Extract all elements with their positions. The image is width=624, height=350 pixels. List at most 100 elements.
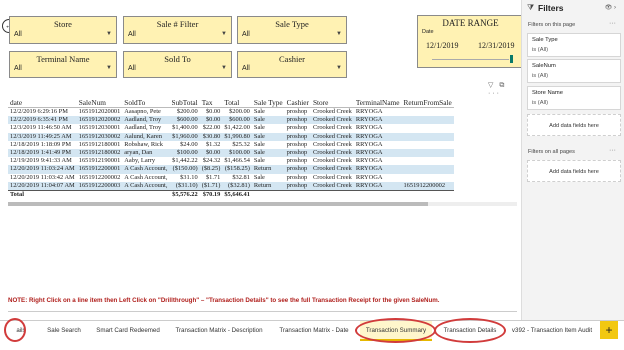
add-page-button[interactable]: + (600, 321, 618, 339)
column-header[interactable]: TerminalName (353, 89, 402, 108)
table-cell: Sale (251, 116, 285, 125)
terminal-name-dropdown[interactable]: All ▼ (14, 63, 112, 74)
table-row[interactable]: 12/18/2019 1:41:49 PM 1651912180002 aryan,… (8, 149, 454, 158)
total-cell: $5,646.41 (222, 190, 252, 200)
add-data-fields-drop-zone[interactable]: Add data fields here (527, 114, 621, 136)
table-cell: ($31.10) (169, 181, 200, 191)
tab-transaction-details[interactable]: Transaction Details (438, 321, 502, 341)
total-cell (353, 190, 402, 200)
table-cell: $1,442.22 (172, 157, 198, 165)
sold-to-slicer[interactable]: Sold To All ▼ (123, 51, 232, 78)
table-cell: Crooked Creek (310, 181, 354, 191)
total-cell (76, 190, 123, 200)
tab-details[interactable]: ails (10, 321, 32, 341)
filter-card-store-name[interactable]: Store Name is (All) (527, 86, 621, 110)
cashier-slicer[interactable]: Cashier All ▼ (237, 51, 347, 78)
column-header[interactable]: ReturnFromSale (401, 89, 454, 108)
table-cell: $600.00 (169, 116, 200, 125)
total-cell: Total (8, 190, 77, 200)
sale-filter-dropdown[interactable]: All ▼ (128, 29, 227, 40)
column-header[interactable]: SubTotal (169, 89, 200, 108)
table-row[interactable]: 12/18/2019 1:18:09 PM 1651912180001 Robsha… (8, 141, 454, 149)
tab-sale-search[interactable]: Sale Search (40, 321, 88, 341)
table-cell: RRYOGA (353, 149, 402, 158)
table-cell: 12/20/2019 11:04:07 AM (8, 181, 77, 191)
filter-card-sale-type[interactable]: Sale Type is (All) (527, 33, 621, 57)
tab-smart-card-redeemed[interactable]: Smart Card Redeemed (92, 321, 164, 341)
table-cell: Sale (251, 149, 285, 158)
column-header[interactable]: Tax (199, 89, 223, 108)
table-cell: 12/2/2019 6:35:41 PM (8, 116, 77, 125)
add-data-fields-all-pages-drop-zone[interactable]: Add data fields here (527, 160, 621, 182)
sold-to-dropdown[interactable]: All ▼ (128, 63, 227, 74)
total-cell (284, 190, 311, 200)
table-row[interactable]: 12/2/2019 6:29:16 PM 1651912020001 Aasapno… (8, 108, 454, 117)
store-slicer-title: Store (54, 19, 72, 29)
column-header[interactable]: Cashier (284, 89, 311, 108)
table-cell: $24.32 (202, 157, 221, 165)
column-header[interactable]: Store (310, 89, 354, 108)
total-cell (401, 190, 454, 200)
total-cell (251, 190, 285, 200)
column-header[interactable]: Sale Type (251, 89, 285, 108)
column-header[interactable]: date (8, 89, 77, 108)
table-cell: proshop (284, 165, 311, 174)
table-row[interactable]: 12/3/2019 11:49:25 AM 1651912030002 Aalund… (8, 132, 454, 141)
scrollbar-thumb[interactable] (8, 202, 428, 206)
table-cell: RRYOGA (353, 132, 402, 141)
divider (8, 311, 517, 312)
table-cell: Crooked Creek (312, 157, 352, 165)
table-cell: proshop (286, 124, 308, 132)
table-cell: Sale (253, 173, 265, 181)
table-cell: Crooked Creek (312, 173, 352, 181)
tab-transaction-matrix-description[interactable]: Transaction Matrix - Description (170, 321, 268, 341)
end-date-input[interactable]: 12/31/2019 (478, 41, 514, 50)
table-cell: Aalund, Karen (122, 132, 170, 141)
start-date-input[interactable]: 12/1/2019 (426, 41, 458, 50)
table-row[interactable]: 12/20/2019 11:04:07 AM 1651912200003 A Cas… (8, 181, 454, 191)
horizontal-scrollbar[interactable] (8, 202, 517, 206)
filter-card-salenum[interactable]: SaleNum is (All) (527, 59, 621, 83)
table-cell: $1.71 (205, 173, 221, 181)
more-options-icon[interactable]: ··· (609, 20, 616, 27)
table-cell: Crooked Creek (310, 116, 354, 125)
table-cell: $22.00 (202, 124, 221, 132)
sale-type-dropdown-value: All (242, 31, 250, 38)
more-options-icon[interactable]: ··· (609, 147, 616, 154)
tab-transaction-item-audit[interactable]: v392 - Transaction Item Audit (506, 321, 598, 341)
table-cell: Robshaw, Rick (124, 140, 163, 148)
table-cell (401, 108, 453, 117)
date-slider-handle[interactable] (510, 55, 513, 63)
date-slider-track[interactable] (432, 59, 509, 60)
table-row[interactable]: 12/20/2019 11:03:24 AM 1651912200001 A Cas… (8, 165, 454, 174)
sale-type-dropdown[interactable]: All ▼ (242, 29, 342, 40)
pane-toggle-icons[interactable]: 👁 › (605, 4, 616, 11)
sale-type-slicer[interactable]: Sale Type All ▼ (237, 16, 347, 44)
table-cell: Aadland, Troy (124, 124, 162, 132)
table-row[interactable]: 12/20/2019 11:03:42 AM 1651912200002 A Cas… (8, 174, 454, 182)
table-row[interactable]: 12/3/2019 11:46:50 AM 1651912030001 Aadlan… (8, 124, 454, 132)
store-dropdown[interactable]: All ▼ (14, 29, 112, 40)
table-cell: proshop (284, 149, 311, 158)
store-slicer[interactable]: Store All ▼ (9, 16, 117, 44)
date-range-slicer[interactable]: DATE RANGE Date 12/1/2019 12/31/2019 (417, 15, 524, 68)
date-label: Date (422, 29, 434, 35)
table-cell: 12/18/2019 1:41:49 PM (8, 149, 77, 158)
drillthrough-note: NOTE: Right Click on a line item then Le… (8, 297, 440, 304)
table-cell: Aaby, Larry (124, 157, 156, 165)
tab-transaction-matrix-date[interactable]: Transaction Matrix - Date (274, 321, 354, 341)
table-row[interactable]: 12/19/2019 9:41:33 AM 1651912190001 Aaby, … (8, 157, 454, 165)
sale-filter-slicer[interactable]: Sale # Filter All ▼ (123, 16, 232, 44)
table-cell: $30.80 (199, 132, 223, 141)
table-cell: 1651912020001 (78, 108, 121, 115)
column-header[interactable]: SaleNum (76, 89, 123, 108)
table-cell: proshop (284, 181, 311, 191)
tab-transaction-summary[interactable]: Transaction Summary (360, 321, 432, 341)
chevron-down-icon: ▼ (336, 31, 342, 37)
column-header[interactable]: SoldTo (122, 89, 170, 108)
terminal-name-slicer[interactable]: Terminal Name All ▼ (9, 51, 117, 78)
table-cell: 1651912030001 (78, 124, 121, 132)
table-row[interactable]: 12/2/2019 6:35:41 PM 1651912020002 Aadland… (8, 116, 454, 125)
column-header[interactable]: Total (222, 89, 252, 108)
cashier-dropdown[interactable]: All ▼ (242, 63, 342, 74)
